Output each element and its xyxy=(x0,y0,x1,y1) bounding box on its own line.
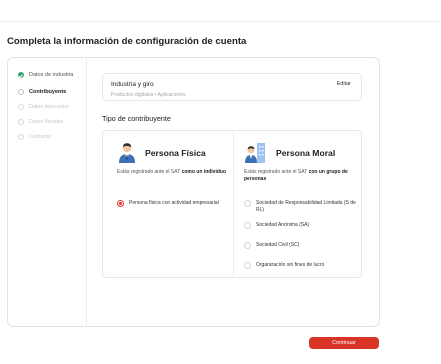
top-bar xyxy=(0,0,441,22)
persona-fisica-column[interactable]: Persona Física Estás registrado ante el … xyxy=(103,131,233,277)
persona-fisica-desc: Estás registrado ante el SAT como un ind… xyxy=(117,169,227,175)
option-label: Sociedad de Responsabilidad Limitada (S … xyxy=(256,200,356,213)
step-datos-industria[interactable]: Datos de industria xyxy=(18,72,73,78)
option-sc[interactable]: Sociedad Civil (SC) xyxy=(244,242,359,249)
option-label: Sociedad Civil (SC) xyxy=(256,242,300,248)
person-avatar-icon xyxy=(119,143,135,163)
option-label: Organización sin fines de lucro xyxy=(256,262,325,268)
persona-moral-desc: Estás registrado ante el SAT con un grup… xyxy=(244,169,348,182)
tipo-title: Tipo de contribuyente xyxy=(102,114,171,123)
radio-icon[interactable] xyxy=(244,262,251,269)
step-circle-icon xyxy=(18,119,24,125)
step-label: Datos fiscales xyxy=(29,119,64,125)
step-label: Contacto xyxy=(29,134,52,140)
option-sa[interactable]: Sociedad Anónima (SA) xyxy=(244,222,359,229)
persona-moral-title: Persona Moral xyxy=(276,148,336,158)
step-label: Datos bancarios xyxy=(29,104,69,110)
step-contacto[interactable]: Contacto xyxy=(18,134,51,140)
step-circle-icon xyxy=(18,134,24,140)
step-contribuyente[interactable]: Contribuyente xyxy=(18,89,66,95)
persona-moral-column[interactable]: Persona Moral Estás registrado ante el S… xyxy=(234,131,362,277)
page-title: Completa la información de configuración… xyxy=(7,36,247,47)
industry-title: Industria y giro xyxy=(111,81,154,88)
stepper: Datos de industria Contribuyente Datos b… xyxy=(8,58,87,326)
option-srl[interactable]: Sociedad de Responsabilidad Limitada (S … xyxy=(244,200,359,214)
taxpayer-type-panel: Persona Física Estás registrado ante el … xyxy=(102,130,362,278)
industry-summary: Industria y giro Productos digitales • A… xyxy=(102,73,362,101)
industry-subtitle: Productos digitales • Aplicaciones xyxy=(111,92,186,98)
radio-icon[interactable] xyxy=(244,242,251,249)
step-circle-icon xyxy=(18,104,24,110)
option-label: Sociedad Anónima (SA) xyxy=(256,222,310,228)
continue-button[interactable]: Continuar xyxy=(309,337,379,349)
option-persona-fisica-actividad[interactable]: Persona física con actividad empresarial xyxy=(117,200,232,207)
check-icon xyxy=(18,72,24,78)
step-datos-fiscales[interactable]: Datos fiscales xyxy=(18,119,63,125)
edit-industry-button[interactable]: Editar xyxy=(337,81,351,87)
radio-selected-icon[interactable] xyxy=(117,200,124,207)
step-label: Datos de industria xyxy=(29,72,74,78)
company-building-icon xyxy=(245,143,265,163)
setup-card: Datos de industria Contribuyente Datos b… xyxy=(7,57,380,327)
step-circle-icon xyxy=(18,89,24,95)
option-label: Persona física con actividad empresarial xyxy=(129,200,219,206)
step-label: Contribuyente xyxy=(29,89,67,95)
persona-fisica-title: Persona Física xyxy=(145,148,206,158)
option-sin-fines-lucro[interactable]: Organización sin fines de lucro xyxy=(244,262,359,269)
radio-icon[interactable] xyxy=(244,222,251,229)
step-datos-bancarios[interactable]: Datos bancarios xyxy=(18,104,69,110)
radio-icon[interactable] xyxy=(244,200,251,207)
